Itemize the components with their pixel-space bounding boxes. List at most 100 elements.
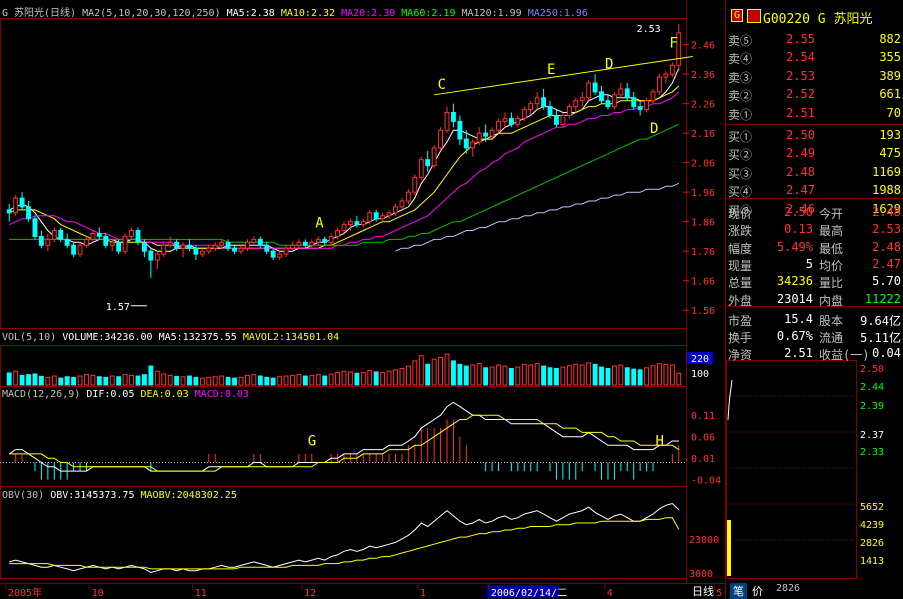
volume-bar	[257, 375, 263, 386]
macd-tick-label: 0.01	[691, 454, 715, 465]
volume-bar	[618, 364, 624, 386]
date-label: 12	[304, 588, 316, 599]
volume-bar	[174, 375, 180, 386]
tab-extra[interactable]: 2826	[776, 583, 800, 594]
volume-bar	[592, 363, 598, 386]
volume-bar	[669, 364, 675, 386]
stat-value-1: 23014	[776, 291, 813, 306]
macd-pane[interactable]: GH	[0, 401, 686, 480]
volume-bar	[502, 365, 508, 386]
level-price: 2.53	[786, 68, 815, 83]
intraday-vol-label: 1413	[860, 556, 884, 567]
level-volume: 661	[879, 87, 901, 102]
candle-body	[322, 238, 328, 243]
volume-bar	[13, 370, 19, 386]
ma10-value: MA10:2.32	[280, 8, 336, 19]
candle-body	[637, 106, 643, 111]
sell-level[interactable]: 卖① 2.51 70	[727, 105, 903, 122]
sell-level[interactable]: 卖② 2.52 661	[727, 86, 903, 103]
stat-value-2: 5.70	[872, 274, 901, 289]
price-tick-label: 1.86	[691, 218, 715, 229]
volume-pane[interactable]	[6, 353, 682, 386]
pattern-label-a: A	[315, 216, 324, 232]
candle-body	[483, 132, 489, 137]
ma5-value: MA5:2.38	[226, 8, 275, 19]
volume-bar	[663, 363, 669, 386]
candle-body	[302, 241, 308, 246]
volume-bar	[64, 376, 70, 386]
price-pane[interactable]: 1.57 A C E D F D 2.53	[6, 24, 693, 313]
candle-body	[199, 250, 205, 255]
candle-body	[180, 244, 186, 249]
volume-bar	[193, 376, 199, 386]
candle-body	[232, 247, 237, 252]
candle-body	[283, 247, 289, 255]
volume-bar	[103, 376, 109, 386]
stat-label-1: 幅度	[728, 241, 753, 256]
date-label: 5	[716, 588, 722, 599]
flag-icon[interactable]	[747, 9, 761, 23]
volume-bar	[232, 377, 237, 386]
buy-level[interactable]: 买① 2.50 193	[727, 127, 903, 144]
stock-badge[interactable]: G	[731, 9, 744, 22]
volume-bar	[212, 376, 218, 386]
level-volume: 389	[879, 68, 901, 83]
volume-bar	[238, 376, 244, 386]
sell-level[interactable]: 卖③ 2.53 389	[727, 68, 903, 85]
candle-body	[463, 138, 469, 149]
candle-body	[438, 129, 444, 149]
grid-layer	[0, 0, 726, 599]
tab-price[interactable]: 价	[752, 583, 763, 599]
volume-bar	[225, 376, 231, 386]
candle-body	[380, 215, 386, 220]
level-label: 卖①	[728, 107, 753, 122]
sell-level[interactable]: 卖⑤ 2.55 882	[727, 31, 903, 48]
candle-body	[663, 73, 669, 78]
volume-bar	[444, 353, 450, 386]
stat-row: 现量 5 均价 2.47	[727, 256, 903, 273]
candle-body	[58, 230, 64, 240]
candle-body	[6, 209, 12, 214]
volume-bar	[534, 363, 540, 386]
buy-level[interactable]: 买② 2.49 475	[727, 145, 903, 162]
level-price: 2.51	[786, 105, 815, 120]
volume-bar	[373, 371, 379, 386]
stat-value-1: 34236	[776, 274, 813, 289]
candle-body	[161, 244, 167, 255]
candle-body	[251, 238, 257, 243]
candle-body	[412, 176, 418, 193]
tab-trade[interactable]: 笔	[730, 583, 747, 599]
ma-def: MA2(5,10,20,30,120,250)	[82, 8, 221, 19]
candle-body	[534, 97, 540, 105]
candle-body	[457, 120, 463, 140]
candle-body	[496, 120, 501, 131]
volume-bar	[199, 377, 205, 386]
sell-level[interactable]: 卖④ 2.54 355	[727, 49, 903, 66]
stat-value-1: 15.4	[784, 311, 813, 326]
buy-level[interactable]: 买④ 2.47 1988	[727, 182, 903, 199]
volume-bar	[322, 375, 328, 386]
obv-tick-label: 23000	[689, 535, 719, 546]
candle-body	[373, 212, 379, 220]
candle-body	[508, 117, 514, 125]
intraday-vol-label: 2826	[860, 538, 884, 549]
buy-level[interactable]: 买③ 2.48 1169	[727, 164, 903, 181]
candle-body	[592, 82, 598, 93]
stock-name-title: G 苏阳光(日线)	[2, 8, 77, 19]
volume-bar	[309, 374, 315, 386]
candle-body	[431, 147, 437, 167]
candle-body	[206, 247, 212, 252]
volume-bar	[380, 372, 386, 386]
volume-bar	[90, 374, 96, 386]
volume-bar	[637, 369, 643, 386]
volume-bar	[116, 376, 122, 386]
price-tick-label: 2.26	[691, 100, 715, 111]
obv-pane[interactable]	[9, 502, 680, 574]
intraday-pane[interactable]: 2.50 2.44 2.39 2.33 2.37 5652 4239 2826 1413	[726, 360, 885, 579]
candle-body	[135, 230, 141, 243]
tab-day[interactable]: 日线	[692, 583, 714, 599]
volume-bar	[38, 375, 44, 386]
candle-body	[650, 91, 656, 102]
volume-bar	[650, 365, 656, 386]
volume-bar	[644, 367, 650, 386]
